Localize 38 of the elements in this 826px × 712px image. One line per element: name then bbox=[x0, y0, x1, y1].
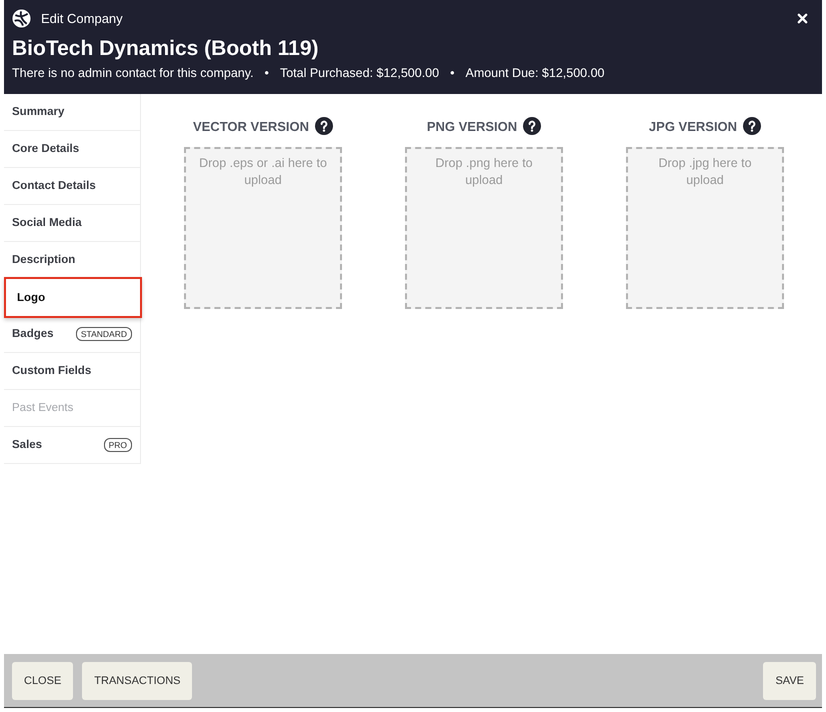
plan-badge: PRO bbox=[104, 438, 132, 452]
help-icon[interactable] bbox=[315, 117, 334, 135]
sidebar-item-label: Description bbox=[12, 254, 76, 266]
logo-icon bbox=[12, 8, 31, 28]
info-text: There is no admin contact for this company. bbox=[12, 65, 254, 81]
help-icon[interactable] bbox=[523, 117, 542, 135]
bullet-separator: • bbox=[264, 65, 269, 81]
sidebar-item-label: Custom Fields bbox=[12, 365, 92, 377]
info-text: Total Purchased: $12,500.00 bbox=[280, 65, 440, 81]
sidebar-item[interactable]: Social Media bbox=[4, 205, 140, 242]
upload-heading: JPG VERSION bbox=[648, 118, 738, 134]
sidebar-item-label: Social Media bbox=[12, 217, 83, 229]
footer-button[interactable]: TRANSACTIONS bbox=[82, 662, 192, 700]
upload-heading: PNG VERSION bbox=[426, 118, 518, 134]
info-text: Amount Due: $12,500.00 bbox=[465, 65, 604, 81]
sidebar-item[interactable]: Logo bbox=[4, 277, 142, 318]
plan-badge: STANDARD bbox=[76, 327, 132, 341]
sidebar-item-label: Logo bbox=[17, 292, 46, 304]
sidebar-item[interactable]: Core Details bbox=[4, 131, 140, 168]
sidebar-item-label: Contact Details bbox=[12, 180, 97, 192]
upload-heading: VECTOR VERSION bbox=[192, 118, 310, 134]
company-name: BioTech Dynamics (Booth 119) bbox=[12, 36, 320, 62]
help-icon[interactable] bbox=[743, 117, 762, 135]
bullet-separator: • bbox=[450, 65, 454, 81]
sidebar-item-label: Sales bbox=[12, 439, 44, 451]
window-title: Edit Company bbox=[41, 10, 123, 26]
sidebar-item-label: Past Events bbox=[12, 402, 74, 414]
save-button[interactable]: SAVE bbox=[763, 662, 816, 700]
close-icon[interactable] bbox=[797, 12, 808, 24]
sidebar-item-label: Badges bbox=[12, 328, 55, 340]
sidebar-item[interactable]: Contact Details bbox=[4, 168, 140, 205]
sidebar-item-label: Core Details bbox=[12, 143, 80, 155]
sidebar-item[interactable]: Summary bbox=[4, 94, 140, 131]
sidebar-item[interactable]: Badges STANDARD bbox=[4, 316, 140, 353]
footer-button[interactable]: CLOSE bbox=[12, 662, 74, 700]
sidebar-item[interactable]: Custom Fields bbox=[4, 353, 140, 390]
sidebar-item-label: Summary bbox=[12, 106, 66, 118]
sidebar-item[interactable]: Sales PRO bbox=[4, 427, 140, 464]
